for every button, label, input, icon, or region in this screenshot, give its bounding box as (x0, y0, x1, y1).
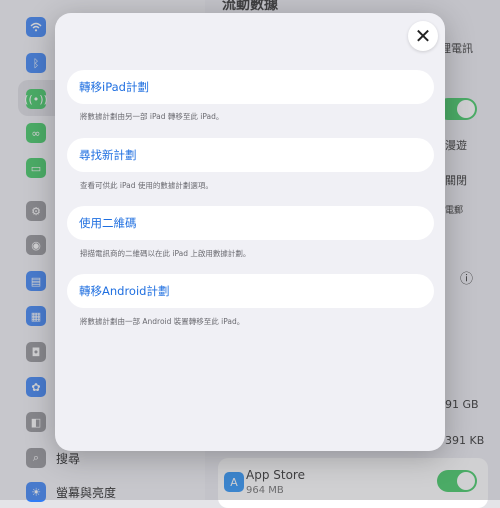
find-new-plan-button[interactable]: 尋找新計劃 (67, 138, 434, 172)
close-icon: ✕ (414, 24, 432, 48)
option-description: 查看可供此 iPad 使用的數據計劃選項。 (80, 181, 213, 190)
transfer-android-plan-button[interactable]: 轉移Android計劃 (67, 274, 434, 308)
close-button[interactable]: ✕ (408, 21, 438, 51)
transfer-ipad-plan-button[interactable]: 轉移iPad計劃 (67, 70, 434, 104)
option-description: 將數據計劃由另一部 iPad 轉移至此 iPad。 (80, 112, 224, 121)
option-description: 將數據計劃由一部 Android 裝置轉移至此 iPad。 (80, 317, 245, 326)
use-qr-code-button[interactable]: 使用二維碼 (67, 206, 434, 240)
option-description: 掃描電訊商的二維碼以在此 iPad 上啟用數據計劃。 (80, 249, 251, 258)
